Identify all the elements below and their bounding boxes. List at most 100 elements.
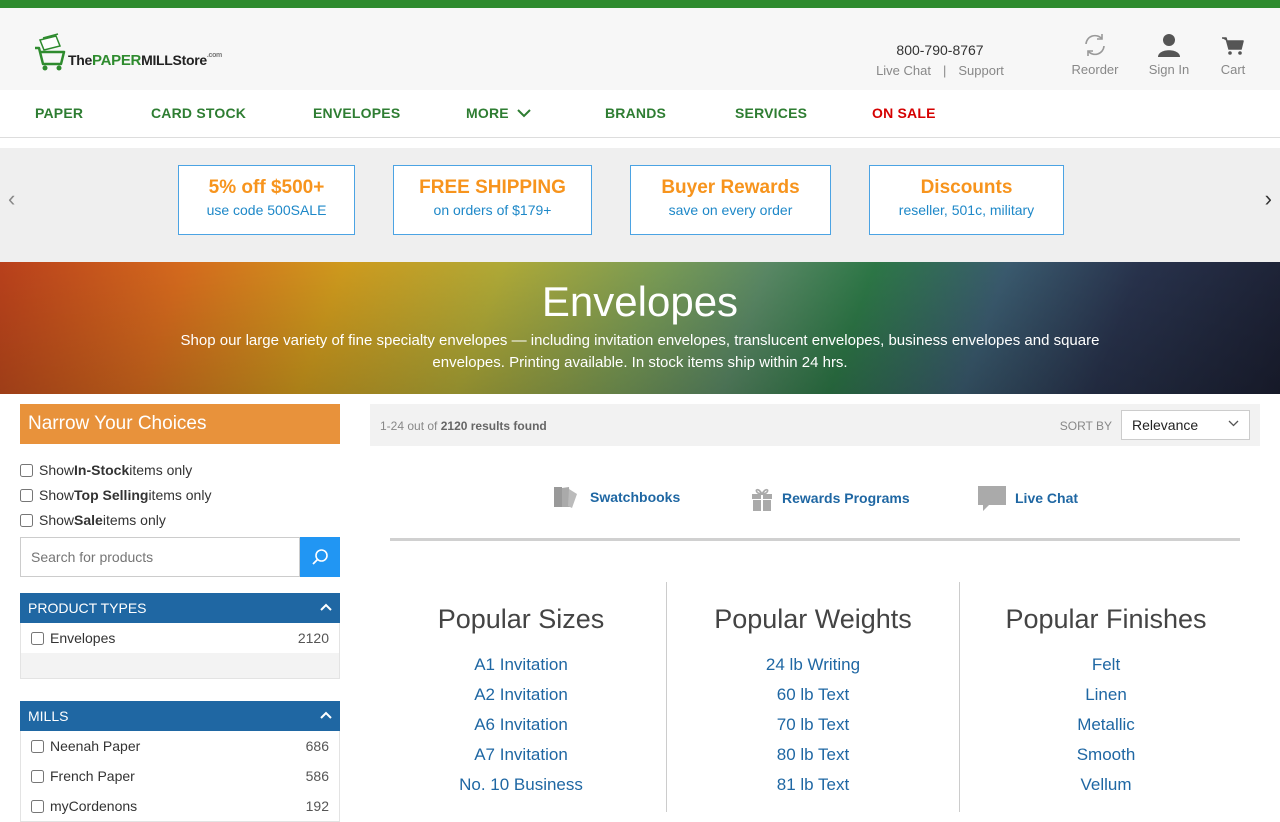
popular-weights: Popular Weights 24 lb Writing 60 lb Text… [667,582,959,795]
swatchbook-icon [554,487,577,508]
nav-more[interactable]: MORE [466,105,531,121]
popular-weight-link[interactable]: 24 lb Writing [667,655,959,675]
reorder-label: Reorder [1071,62,1119,77]
facet-option[interactable]: French Paper 586 [21,761,339,791]
swatchbooks-link[interactable]: Swatchbooks [552,484,680,510]
results-total: 2120 results found [440,419,547,433]
facet-option-count: 586 [305,768,329,784]
sale-checkbox[interactable] [20,513,33,527]
filter-sidebar: Narrow Your Choices Show In-Stock items … [20,404,340,822]
live-chat-label: Live Chat [1015,490,1079,506]
chevron-left-icon[interactable]: ‹ [8,186,15,212]
nav-on-sale[interactable]: ON SALE [872,105,936,121]
popular-finish-link[interactable]: Felt [960,655,1252,675]
filter-sale[interactable]: Show Sale items only [20,512,340,528]
support-link[interactable]: Support [958,63,1004,78]
facet-option[interactable]: Neenah Paper 686 [21,731,339,761]
filter-text: items only [148,487,212,503]
main-nav: PAPER CARD STOCK ENVELOPES MORE BRANDS S… [0,90,1280,138]
search-input[interactable] [20,537,300,577]
popular-finishes: Popular Finishes Felt Linen Metallic Smo… [960,582,1252,795]
popular-size-link[interactable]: A1 Invitation [390,655,652,675]
nav-more-label: MORE [466,105,509,121]
facet-option-label: Envelopes [50,630,116,646]
nav-brands[interactable]: BRANDS [605,105,666,121]
live-chat-link[interactable]: Live Chat [977,484,1078,512]
site-logo[interactable]: ThePAPERMILLStore.com [34,32,222,72]
header-live-chat-link[interactable]: Live Chat [876,63,931,78]
contact-block: 800-790-8767 Live Chat | Support [860,42,1020,78]
popular-weight-link[interactable]: 80 lb Text [667,745,959,765]
popular-size-link[interactable]: A2 Invitation [390,685,652,705]
facet-title: MILLS [28,708,69,724]
popular-finish-link[interactable]: Smooth [960,745,1252,765]
product-types-header[interactable]: PRODUCT TYPES [20,593,340,623]
popular-finish-link[interactable]: Linen [960,685,1252,705]
nav-services[interactable]: SERVICES [735,105,807,121]
filter-top-selling[interactable]: Show Top Selling items only [20,487,340,503]
facet-option[interactable]: Envelopes 2120 [21,623,339,653]
promo-card[interactable]: Buyer Rewards save on every order [630,165,831,235]
mills-list: Neenah Paper 686 French Paper 586 myCord… [20,731,340,822]
gift-icon [752,488,772,511]
popular-weight-link[interactable]: 70 lb Text [667,715,959,735]
cart-icon [1222,37,1244,55]
promo-subtitle: use code 500SALE [206,202,327,218]
nav-envelopes[interactable]: ENVELOPES [313,105,400,121]
rewards-programs-link[interactable]: Rewards Programs [750,484,910,512]
mills-header[interactable]: MILLS [20,701,340,731]
chat-bubble-icon [978,486,1006,511]
site-header: ThePAPERMILLStore.com 800-790-8767 Live … [0,8,1280,90]
popular-size-link[interactable]: A7 Invitation [390,745,652,765]
promo-carousel: ‹ 5% off $500+ use code 500SALE FREE SHI… [0,148,1280,262]
facet-checkbox[interactable] [31,769,44,783]
logo-paper: PAPER [92,52,142,69]
filter-in-stock[interactable]: Show In-Stock items only [20,462,340,478]
facet-checkbox[interactable] [31,799,44,813]
sign-in-label: Sign In [1148,62,1190,77]
filter-text: items only [102,512,166,528]
popular-size-link[interactable]: A6 Invitation [390,715,652,735]
chevron-right-icon[interactable]: › [1265,186,1272,212]
promo-subtitle: on orders of $179+ [433,202,552,218]
swatchbooks-label: Swatchbooks [590,489,681,505]
refresh-icon [1085,34,1105,56]
page-title: Envelopes [541,278,739,325]
product-search [20,537,340,577]
nav-card-stock[interactable]: CARD STOCK [151,105,246,121]
facet-checkbox[interactable] [31,631,44,645]
popular-finish-link[interactable]: Metallic [960,715,1252,735]
facet-checkbox[interactable] [31,739,44,753]
promo-title: 5% off $500+ [208,177,325,198]
promo-title: Buyer Rewards [661,177,800,198]
logo-the: The [68,52,92,68]
promo-card[interactable]: Discounts reseller, 501c, military [869,165,1064,235]
top-selling-checkbox[interactable] [20,488,33,502]
sort-selected-value: Relevance [1132,417,1199,433]
sort-select[interactable]: Relevance [1121,410,1250,440]
search-button[interactable] [300,537,340,577]
nav-paper[interactable]: PAPER [35,105,83,121]
popular-weight-link[interactable]: 81 lb Text [667,775,959,795]
promo-card[interactable]: FREE SHIPPING on orders of $179+ [393,165,592,235]
facet-title: PRODUCT TYPES [28,600,147,616]
popular-finish-link[interactable]: Vellum [960,775,1252,795]
cart-button[interactable]: Cart [1216,32,1250,77]
facet-option-label: Neenah Paper [50,738,141,754]
promo-title: Discounts [920,177,1013,198]
reorder-button[interactable]: Reorder [1068,32,1122,77]
popular-weight-link[interactable]: 60 lb Text [667,685,959,705]
facet-option[interactable]: myCordenons 192 [21,791,339,821]
phone-number[interactable]: 800-790-8767 [860,42,1020,58]
facet-option-count: 192 [305,798,329,814]
in-stock-checkbox[interactable] [20,463,33,477]
chevron-up-icon [320,599,332,615]
sign-in-button[interactable]: Sign In [1146,32,1192,77]
popular-sizes: Popular Sizes A1 Invitation A2 Invitatio… [390,582,652,795]
popular-size-link[interactable]: No. 10 Business [390,775,652,795]
results-area: 1-24 out of 2120 results found SORT BY R… [370,404,1260,812]
chevron-up-icon [320,707,332,723]
product-types-list: Envelopes 2120 [20,623,340,679]
hero-banner: Envelopes Shop our large variety of fine… [0,262,1280,394]
promo-card[interactable]: 5% off $500+ use code 500SALE [178,165,355,235]
